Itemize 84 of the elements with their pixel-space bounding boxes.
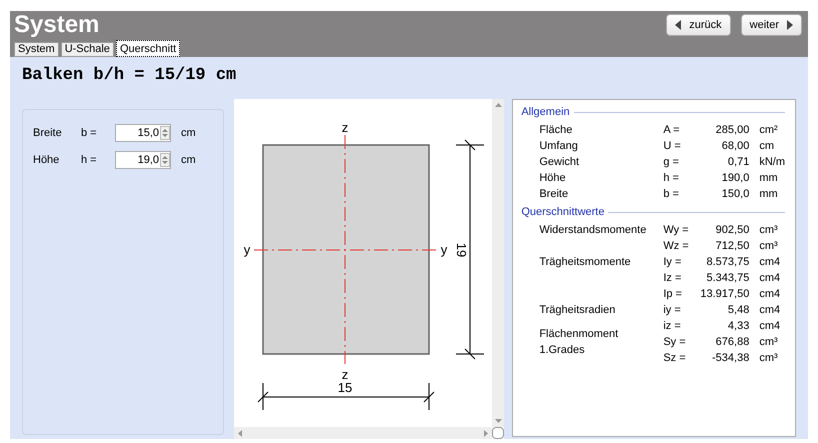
spinner-arrows-icon — [160, 153, 170, 167]
axis-label: z — [342, 120, 349, 135]
property-unit: cm4 — [759, 270, 780, 286]
property-value: 13.917,50 — [699, 286, 750, 302]
property-symbol: U = — [663, 138, 682, 154]
property-symbol: A = — [663, 122, 681, 138]
property-symbol: Ip = — [663, 286, 683, 302]
back-button[interactable]: zurück — [666, 14, 731, 36]
property-label: Widerstandsmomente — [539, 224, 646, 236]
number-spinner[interactable]: 19,0 — [115, 151, 171, 169]
field-label: Höhe — [33, 152, 60, 168]
property-value: 4,33 — [726, 318, 750, 334]
property-value: 8.573,75 — [706, 254, 750, 270]
property-unit: cm4 — [759, 254, 780, 270]
unit-label: cm — [181, 152, 196, 168]
vertical-scrollbar[interactable] — [492, 99, 504, 427]
property-unit: cm² — [759, 122, 778, 138]
group-title: Allgemein — [521, 104, 570, 120]
property-symbol: iz = — [663, 318, 682, 334]
axis-label: y — [244, 242, 251, 257]
section-heading: Balken b/h = 15/19 cm — [22, 65, 238, 88]
property-label: Gewicht — [539, 156, 580, 168]
property-unit: mm — [759, 186, 778, 202]
property-symbol: Iz = — [663, 270, 682, 286]
property-unit: cm — [759, 138, 774, 154]
property-symbol: Sy = — [663, 334, 687, 350]
property-value: 150,0 — [720, 186, 750, 202]
property-value: 676,88 — [714, 334, 750, 350]
tab[interactable]: System — [14, 42, 59, 57]
property-value: 190,0 — [720, 170, 750, 186]
property-value: 5.343,75 — [706, 270, 750, 286]
right-triangle-icon — [787, 20, 793, 30]
field-symbol: h = — [81, 152, 98, 168]
property-value: 712,50 — [714, 238, 750, 254]
dimension-label: 15 — [338, 380, 353, 395]
property-value: -534,38 — [711, 350, 750, 366]
property-unit: cm³ — [759, 238, 778, 254]
property-symbol: g = — [663, 154, 680, 170]
axis-label: z — [342, 367, 349, 382]
page-title: System — [14, 11, 100, 39]
property-label: Umfang — [539, 140, 578, 152]
tab[interactable]: U-Schale — [60, 42, 114, 57]
property-symbol: Wz = — [663, 238, 690, 254]
property-value: 902,50 — [714, 222, 750, 238]
property-value: 5,48 — [726, 302, 750, 318]
property-symbol: Wy = — [663, 222, 690, 238]
group-title: Querschnittwerte — [521, 204, 604, 220]
property-symbol: b = — [663, 186, 680, 202]
up-arrow-icon — [494, 103, 502, 107]
property-symbol: h = — [663, 170, 680, 186]
property-unit: kN/m — [759, 154, 785, 170]
property-label: Trägheitsradien — [539, 304, 616, 316]
left-arrow-icon — [238, 430, 242, 436]
property-unit: cm³ — [759, 222, 778, 238]
property-label: Flächenmoment 1.Grades — [539, 328, 618, 356]
property-unit: cm4 — [759, 318, 780, 334]
property-label: Breite — [539, 188, 568, 200]
property-symbol: iy = — [663, 302, 682, 318]
right-arrow-icon — [484, 430, 488, 436]
field-symbol: b = — [81, 126, 98, 141]
left-triangle-icon — [675, 20, 682, 30]
property-unit: cm³ — [759, 350, 778, 366]
axis-label: y — [441, 242, 448, 257]
property-value: 285,00 — [714, 122, 750, 138]
property-value: 0,71 — [726, 154, 750, 170]
property-symbol: Iy = — [663, 254, 682, 270]
property-label: Fläche — [539, 124, 572, 136]
field-label: Breite — [33, 126, 63, 141]
property-unit: cm³ — [759, 334, 778, 350]
next-button[interactable]: weiter — [740, 14, 802, 36]
property-unit: mm — [759, 170, 778, 186]
horizontal-scrollbar[interactable] — [234, 427, 492, 439]
unit-label: cm — [181, 126, 196, 141]
property-label: Höhe — [539, 172, 566, 184]
property-value: 68,00 — [720, 138, 750, 154]
property-symbol: Sz = — [663, 350, 687, 366]
dimension-label: 19 — [454, 242, 470, 258]
tab[interactable]: Querschnitt — [116, 40, 180, 57]
down-arrow-icon — [494, 419, 502, 423]
number-spinner[interactable]: 15,0 — [115, 124, 171, 142]
property-label: Trägheitsmomente — [539, 256, 631, 268]
property-unit: cm4 — [759, 286, 780, 302]
spinner-arrows-icon — [160, 126, 170, 140]
property-unit: cm4 — [759, 302, 780, 318]
